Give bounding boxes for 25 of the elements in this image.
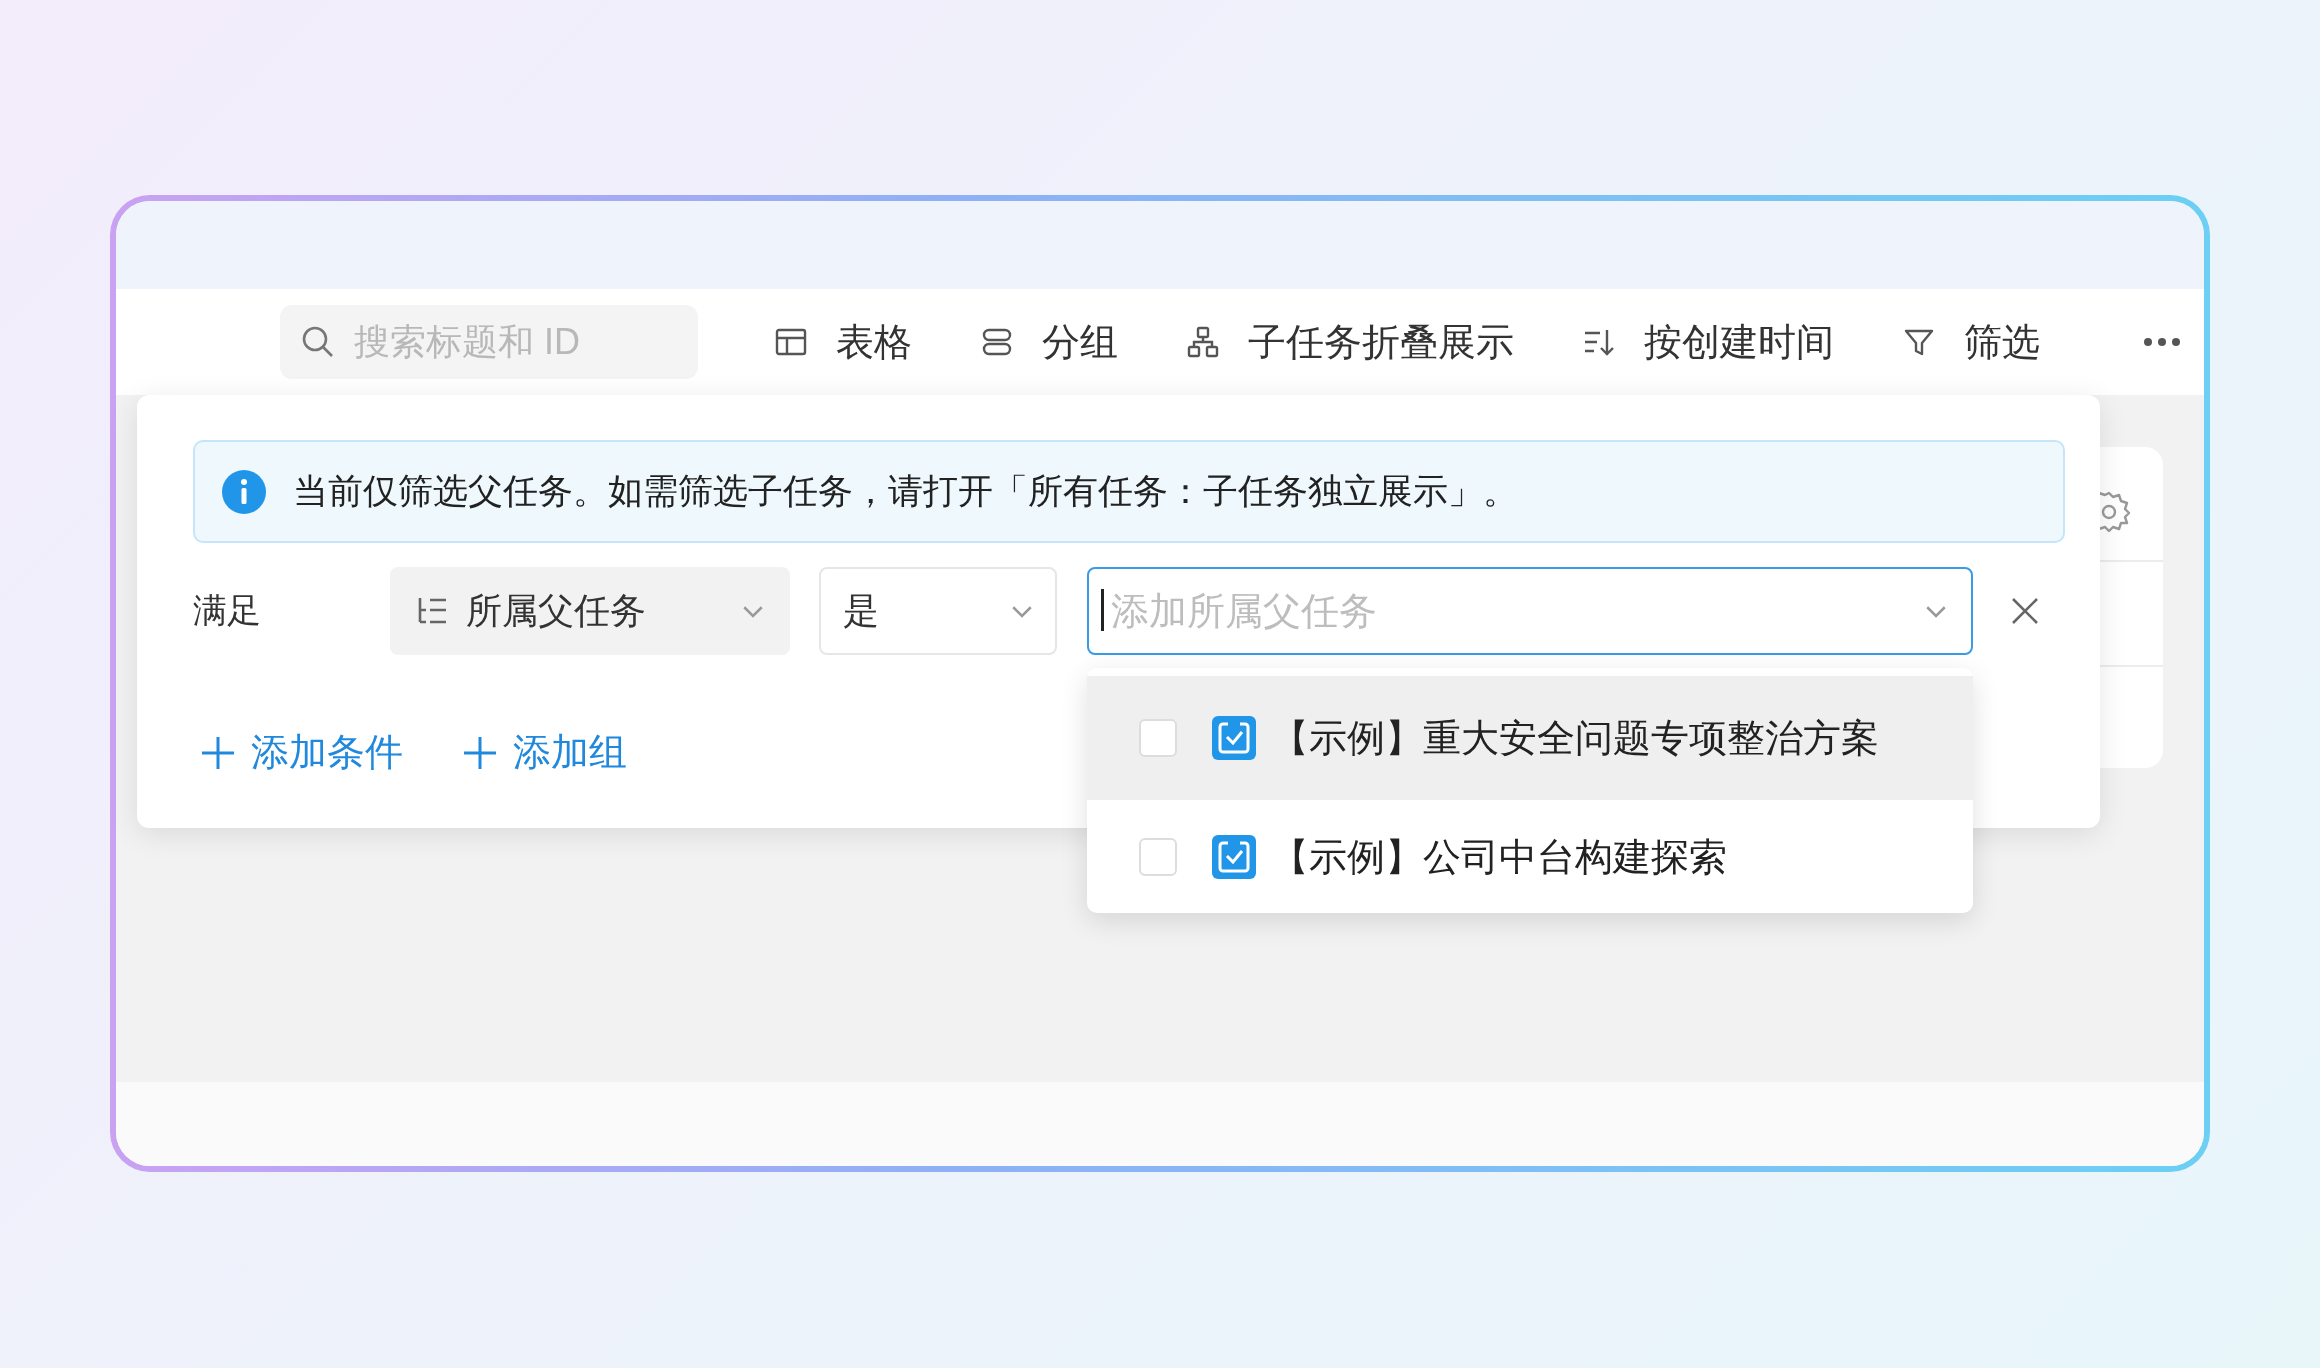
field-select[interactable]: 所属父任务 bbox=[390, 567, 790, 655]
option-label: 【示例】公司中台构建探索 bbox=[1271, 834, 1727, 880]
task-icon bbox=[1211, 834, 1257, 880]
add-link[interactable]: 添加组 bbox=[461, 727, 627, 778]
parent-task-select[interactable]: 添加所属父任务 bbox=[1087, 567, 1973, 655]
task-icon bbox=[1211, 715, 1257, 761]
add-link[interactable]: 添加条件 bbox=[199, 727, 403, 778]
text-cursor bbox=[1101, 589, 1104, 631]
option-label: 【示例】重大安全问题专项整治方案 bbox=[1271, 715, 1879, 761]
checkbox[interactable] bbox=[1139, 719, 1177, 757]
operator-select[interactable]: 是 bbox=[819, 567, 1057, 655]
more-icon[interactable] bbox=[2142, 336, 2182, 348]
toolbar-button[interactable]: 子任务折叠展示 bbox=[1186, 316, 1514, 368]
info-icon bbox=[221, 468, 267, 515]
toolbar-button[interactable]: 按创建时间 bbox=[1582, 316, 1834, 368]
toolbar-button[interactable]: 筛选 bbox=[1902, 316, 2040, 368]
checkbox[interactable] bbox=[1139, 838, 1177, 876]
toolbar-button[interactable]: 分组 bbox=[980, 316, 1118, 368]
toolbar-button[interactable]: 表格 bbox=[774, 316, 912, 368]
hierarchy-icon bbox=[1186, 325, 1220, 359]
notice-text: 当前仅筛选父任务。如需筛选子任务，请打开「所有任务：子任务独立展示」。 bbox=[293, 470, 1518, 512]
condition-label: 满足 bbox=[193, 590, 262, 631]
dropdown-option[interactable]: 【示例】重大安全问题专项整治方案 bbox=[1087, 676, 1973, 800]
search-field[interactable]: 搜索标题和 ID bbox=[280, 305, 698, 379]
dropdown-option[interactable]: 【示例】公司中台构建探索 bbox=[1087, 800, 1973, 914]
